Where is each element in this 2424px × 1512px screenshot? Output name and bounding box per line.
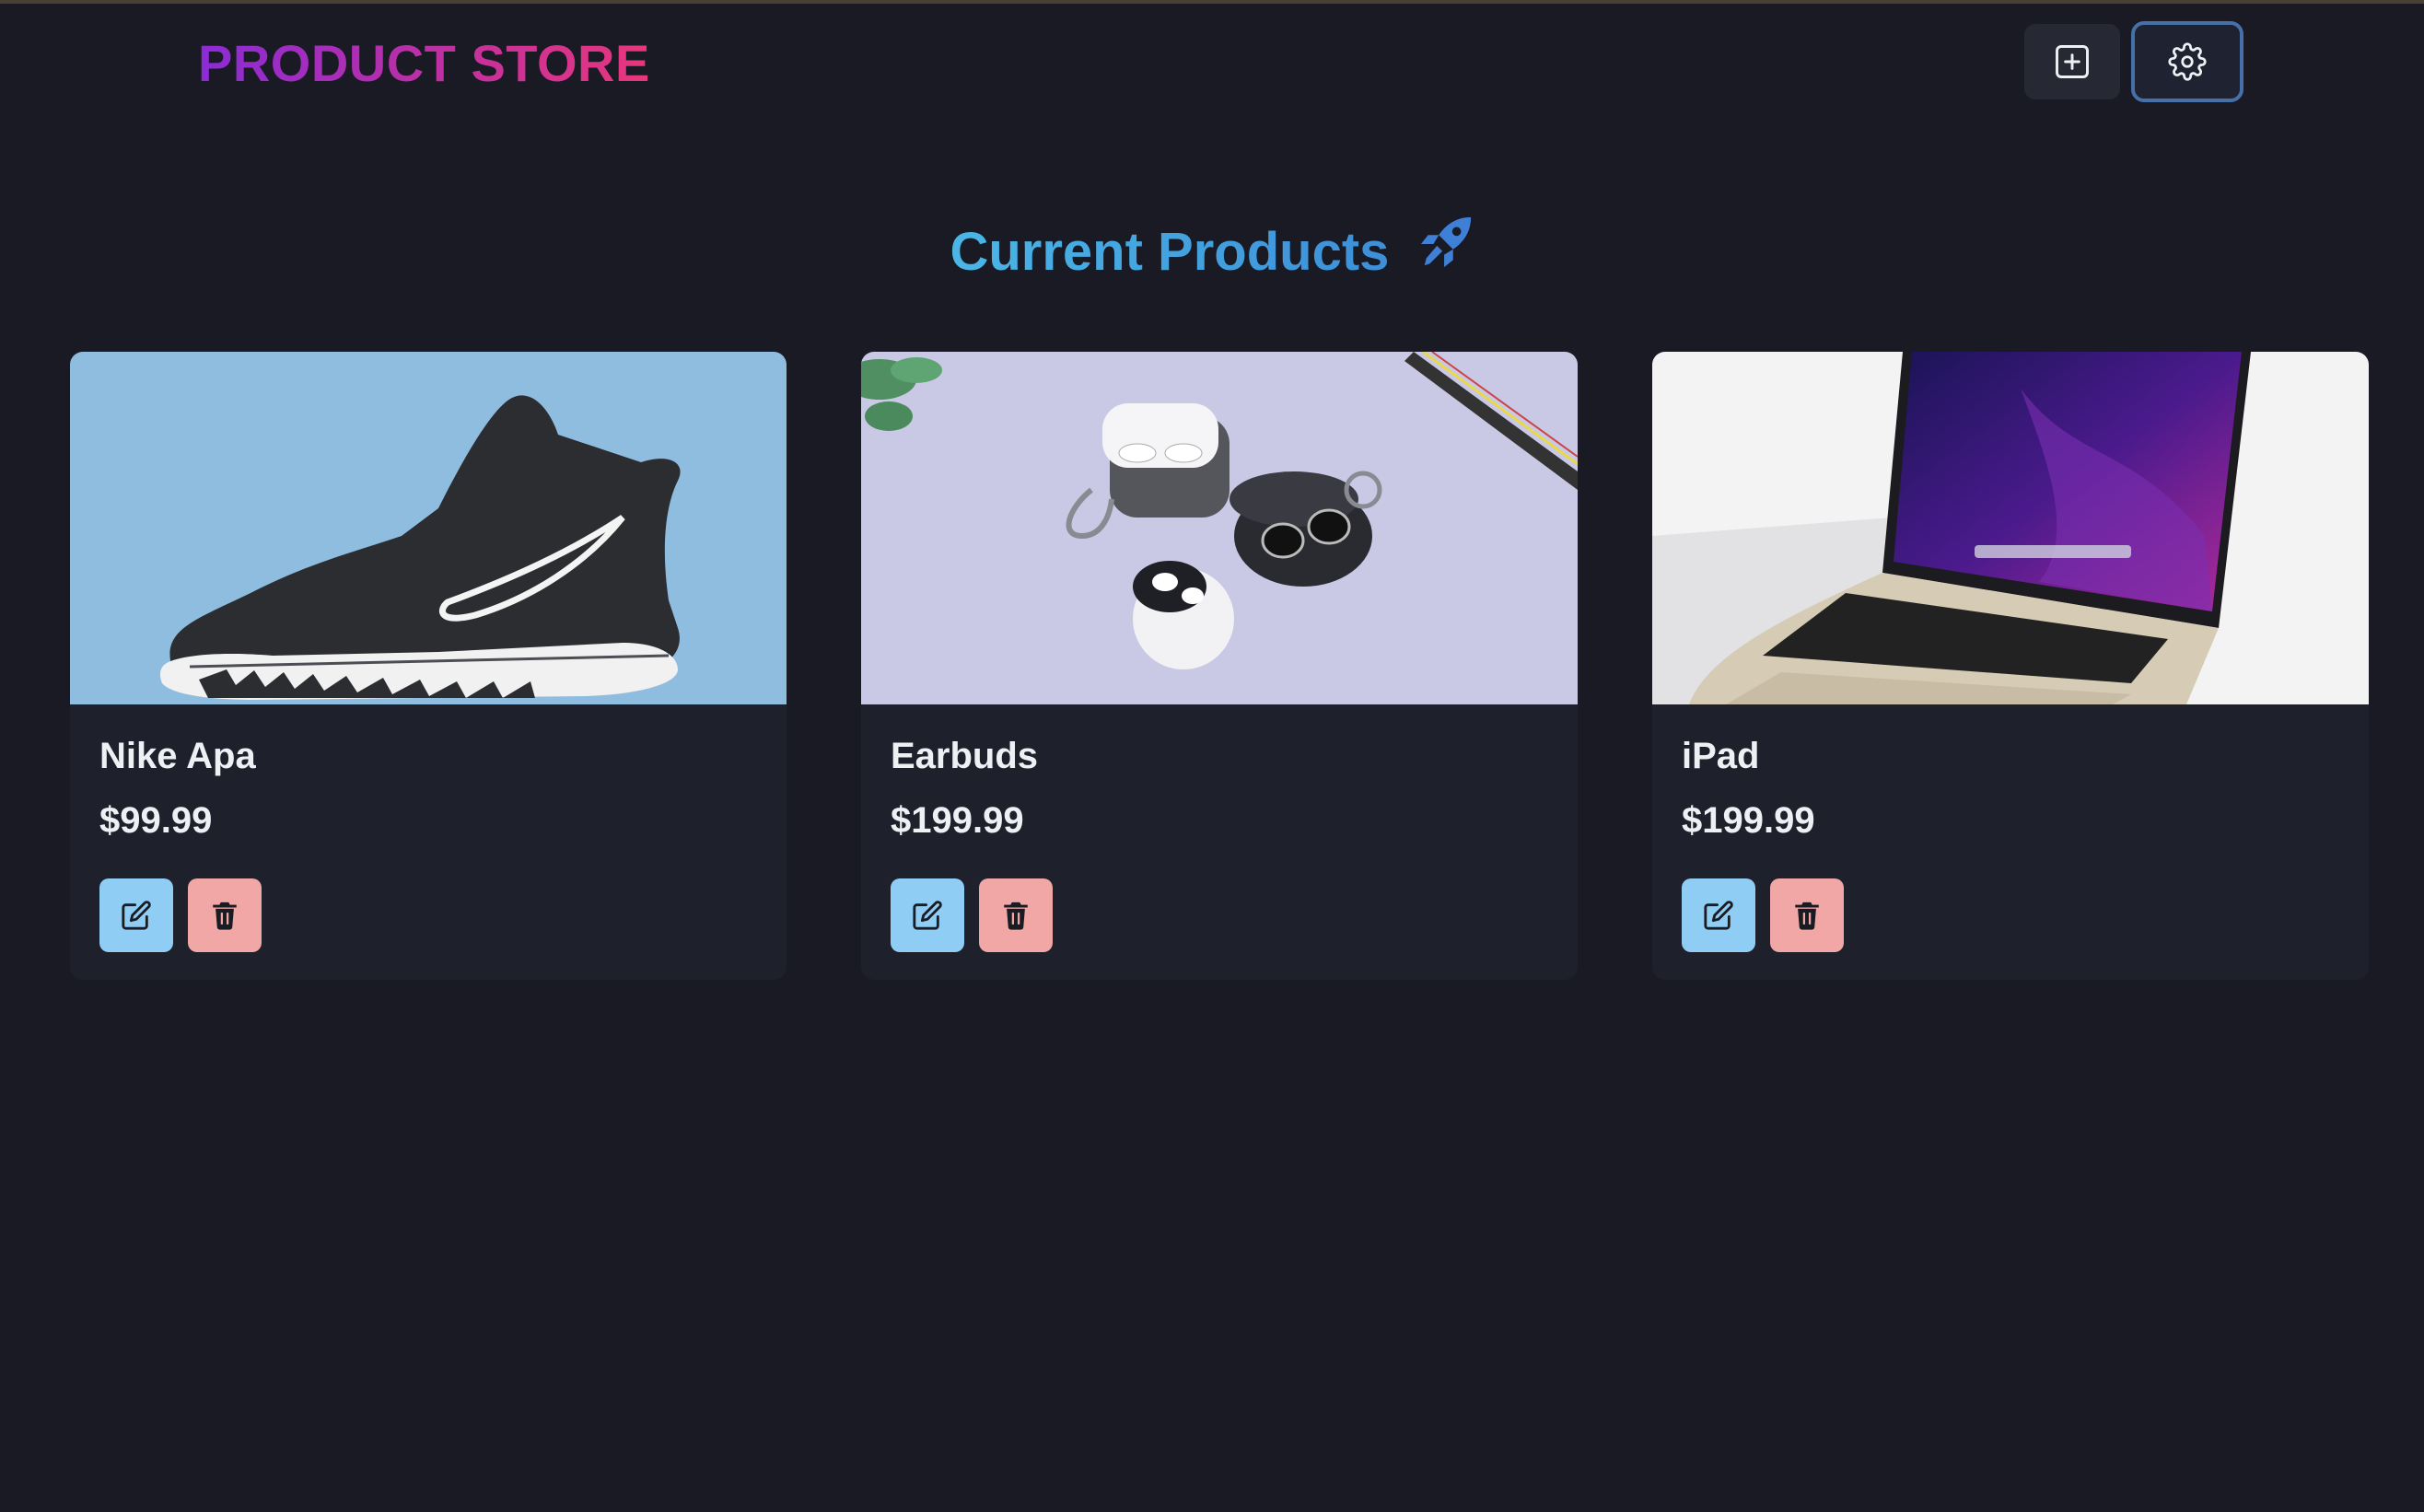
edit-icon xyxy=(122,901,151,930)
trash-icon xyxy=(213,901,237,930)
delete-button[interactable] xyxy=(188,878,262,952)
product-price: $99.99 xyxy=(99,800,213,841)
product-card: iPad $199.99 xyxy=(1652,352,2369,980)
trash-icon xyxy=(1795,901,1819,930)
product-name: Nike Apa xyxy=(99,736,256,776)
product-card: Nike Apa $99.99 xyxy=(70,352,787,980)
page-title: Current Products xyxy=(0,217,2424,288)
edit-icon xyxy=(913,901,942,930)
window-top-border xyxy=(0,0,2424,4)
product-name: iPad xyxy=(1682,736,1760,776)
settings-button[interactable] xyxy=(2131,21,2243,102)
product-price: $199.99 xyxy=(891,800,1024,841)
product-image-sneaker xyxy=(70,352,787,704)
edit-button[interactable] xyxy=(99,878,173,952)
product-card: Earbuds $199.99 xyxy=(861,352,1578,980)
edit-button[interactable] xyxy=(1682,878,1755,952)
add-product-button[interactable] xyxy=(2024,24,2120,99)
product-image-laptop xyxy=(1652,352,2369,704)
plus-square-icon xyxy=(2056,45,2089,78)
rocket-icon xyxy=(1417,214,1474,288)
product-price: $199.99 xyxy=(1682,800,1815,841)
page-title-text: Current Products xyxy=(950,222,1390,282)
edit-icon xyxy=(1704,901,1733,930)
product-image-earbuds xyxy=(861,352,1578,704)
trash-icon xyxy=(1004,901,1028,930)
gear-icon xyxy=(2168,42,2207,81)
delete-button[interactable] xyxy=(1770,878,1844,952)
brand-logo[interactable]: PRODUCT STORE xyxy=(198,29,650,98)
delete-button[interactable] xyxy=(979,878,1053,952)
product-name: Earbuds xyxy=(891,736,1039,776)
edit-button[interactable] xyxy=(891,878,964,952)
